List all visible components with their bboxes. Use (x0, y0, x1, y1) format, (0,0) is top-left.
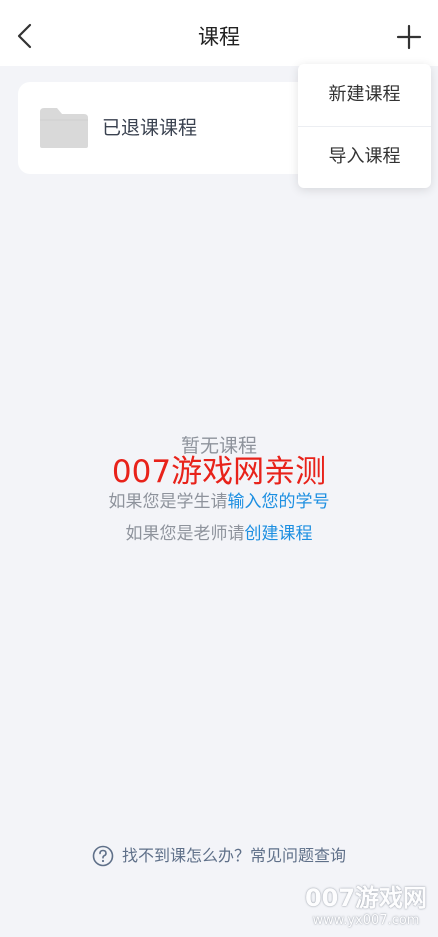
menu-item-new-course[interactable]: 新建课程 (298, 64, 431, 127)
plus-icon (396, 24, 422, 50)
teacher-hint: 如果您是老师请创建课程 (0, 521, 438, 547)
folder-icon (38, 106, 90, 150)
page-title: 课程 (198, 25, 240, 49)
add-course-button[interactable] (394, 22, 424, 52)
watermark-overlay-text: 007游戏网亲测 (111, 454, 327, 490)
question-circle-icon (92, 845, 114, 867)
top-bar: 课程 (0, 0, 438, 66)
create-course-link[interactable]: 创建课程 (245, 524, 313, 544)
folder-label: 已退课课程 (102, 117, 198, 139)
menu-item-import-course[interactable]: 导入课程 (298, 126, 431, 188)
watermark-brand: 007游戏网 (304, 884, 428, 912)
teacher-hint-prefix: 如果您是老师请 (125, 524, 245, 544)
help-text: 找不到课怎么办？常见问题查询 (121, 846, 346, 865)
site-watermark: 007游戏网 www.yx007.com (300, 883, 432, 929)
student-hint-prefix: 如果您是学生请 (108, 492, 228, 512)
help-faq-link[interactable]: 找不到课怎么办？常见问题查询 (0, 842, 438, 870)
watermark-url: www.yx007.com (312, 913, 420, 928)
enter-student-id-link[interactable]: 输入您的学号 (228, 492, 330, 512)
student-hint: 如果您是学生请输入您的学号 (0, 489, 438, 515)
add-course-menu: 新建课程 导入课程 (298, 64, 431, 188)
